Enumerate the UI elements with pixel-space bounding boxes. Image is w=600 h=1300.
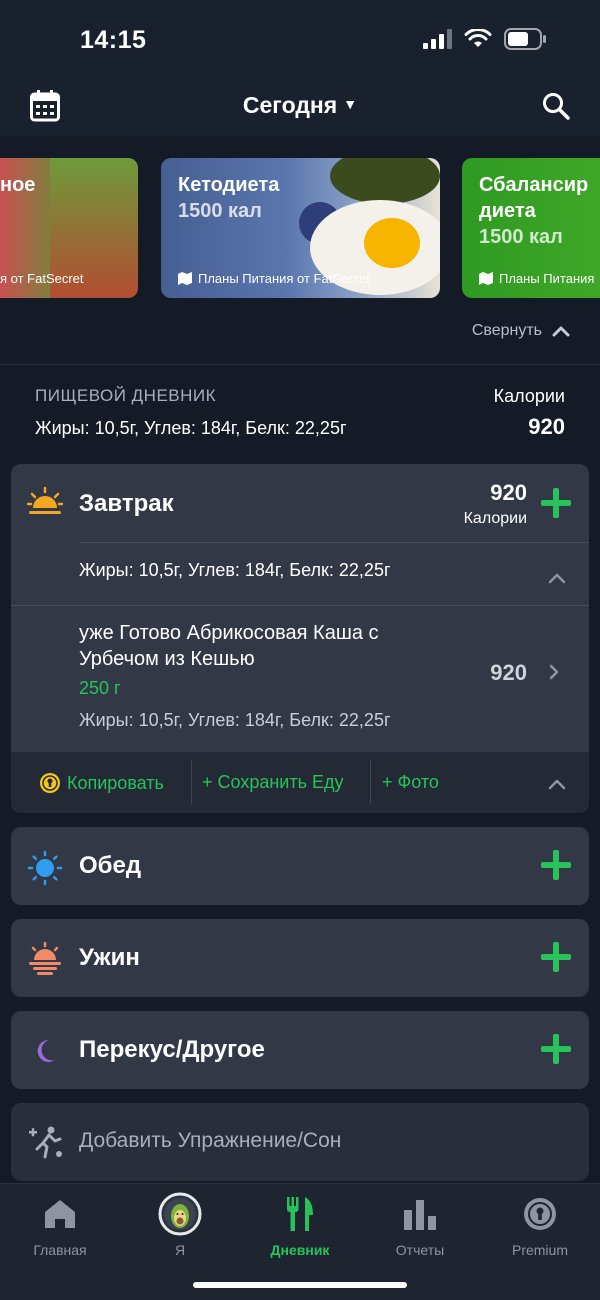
diary-macros: Жиры: 10,5г, Углев: 184г, Белк: 22,25г <box>35 418 347 438</box>
breakfast-calories: 920 <box>490 480 527 505</box>
collapse-button[interactable]: Свернуть <box>472 322 570 340</box>
egg-yolk-image <box>364 218 420 268</box>
chevron-right-icon <box>549 664 559 680</box>
banner-title: Кетодиета 1500 кал <box>178 172 279 224</box>
nav-reports[interactable]: Отчеты <box>360 1192 480 1258</box>
home-indicator <box>193 1282 407 1288</box>
banner-footer: Планы Питания от FatSecret <box>178 271 370 286</box>
banner-title: ное <box>0 174 36 196</box>
banner-footer-label: я от FatSecret <box>0 271 84 286</box>
keto-diet-banner[interactable]: Кетодиета 1500 кал Планы Питания от FatS… <box>161 158 440 298</box>
copy-label: Копировать <box>67 772 164 793</box>
food-macros: Жиры: 10,5г, Углев: 184г, Белк: 22,25г <box>79 710 391 730</box>
diary-screen: 14:15 Сегодня ▼ ное я от FatSecret Кетод… <box>0 0 600 1300</box>
chevron-up-icon[interactable] <box>548 778 566 790</box>
top-bar: Сегодня ▼ <box>0 80 600 136</box>
status-time: 14:15 <box>80 26 147 54</box>
wifi-icon <box>464 29 492 47</box>
snack-card[interactable]: Перекус/Другое <box>11 1011 589 1089</box>
exercise-icon <box>29 1126 62 1159</box>
add-exercise-row[interactable]: Добавить Упражнение/Сон <box>11 1103 589 1181</box>
map-icon <box>178 272 192 285</box>
add-photo-button[interactable]: + Фото <box>382 772 439 793</box>
divider <box>79 542 589 543</box>
add-exercise-label: Добавить Упражнение/Сон <box>79 1129 342 1152</box>
meal-plan-banner[interactable]: ное я от FatSecret <box>0 158 138 298</box>
dinner-card[interactable]: Ужин <box>11 919 589 997</box>
breakfast-actions: Копировать + Сохранить Еду + Фото <box>11 752 589 813</box>
diary-calories-value: 920 <box>528 414 565 439</box>
sunset-icon <box>29 942 61 975</box>
banner-footer: Планы Питания <box>479 271 594 286</box>
add-dinner-plus-icon[interactable] <box>541 942 571 972</box>
breakfast-macros: Жиры: 10,5г, Углев: 184г, Белк: 22,25г <box>79 560 391 580</box>
chevron-up-icon <box>552 326 570 337</box>
avocado-image <box>330 158 440 204</box>
meal-plans-carousel: ное я от FatSecret Кетодиета 1500 кал Пл… <box>0 136 600 364</box>
nav-me[interactable]: Я <box>120 1192 240 1258</box>
banner-footer: я от FatSecret <box>0 271 84 286</box>
banner-footer-label: Планы Питания <box>499 271 595 286</box>
diary-calories-label: Калории <box>493 386 565 406</box>
bar-chart-icon <box>404 1200 436 1230</box>
save-food-label: + Сохранить Еду <box>202 772 344 792</box>
lunch-card[interactable]: Обед <box>11 827 589 905</box>
premium-badge-icon <box>524 1198 556 1230</box>
banner-footer-label: Планы Питания от FatSecret <box>198 271 370 286</box>
dinner-title: Ужин <box>79 944 140 971</box>
status-bar: 14:15 <box>0 0 600 80</box>
action-separator <box>191 760 192 804</box>
home-icon <box>45 1200 75 1228</box>
nav-home[interactable]: Главная <box>0 1192 120 1258</box>
banner-subtitle: 1500 кал <box>178 200 262 222</box>
banner-title-text: Сбалансир <box>479 174 589 196</box>
save-food-button[interactable]: + Сохранить Еду <box>202 772 343 793</box>
battery-icon <box>504 28 546 50</box>
add-breakfast-plus-icon[interactable] <box>541 488 571 518</box>
sunrise-icon <box>27 486 63 514</box>
banner-title: Сбалансир диета 1500 кал <box>479 172 588 250</box>
breakfast-title: Завтрак <box>79 490 174 517</box>
balanced-diet-banner[interactable]: Сбалансир диета 1500 кал Планы Питания <box>462 158 600 298</box>
banner-subtitle: 1500 кал <box>479 226 563 248</box>
sun-icon <box>27 850 63 886</box>
add-photo-label: + Фото <box>382 772 439 792</box>
diary-label: ПИЩЕВОЙ ДНЕВНИК <box>35 386 217 405</box>
caret-down-icon: ▼ <box>343 96 358 112</box>
add-snack-plus-icon[interactable] <box>541 1034 571 1064</box>
food-amount: 250 г <box>79 678 121 698</box>
nav-diary-label: Дневник <box>270 1242 330 1258</box>
date-selector-label: Сегодня <box>242 92 338 118</box>
food-name: уже Готово Абрикосовая Каша с Урбечом из… <box>79 622 379 670</box>
map-icon <box>479 272 493 285</box>
food-calories: 920 <box>490 660 527 685</box>
breakfast-calories-label: Калории <box>463 510 527 527</box>
nav-premium[interactable]: Premium <box>480 1192 600 1258</box>
banner-title-text-2: диета <box>479 200 536 222</box>
copy-button[interactable]: Копировать <box>39 772 164 794</box>
collapse-label: Свернуть <box>471 322 542 339</box>
section-divider <box>0 364 600 365</box>
lunch-title: Обед <box>79 852 142 879</box>
nav-premium-label: Premium <box>511 1242 568 1258</box>
status-icons <box>423 28 548 50</box>
copy-badge-icon <box>40 773 60 793</box>
breakfast-card: Завтрак 920 Калории Жиры: 10,5г, Углев: … <box>11 464 589 813</box>
snack-title: Перекус/Другое <box>79 1036 265 1063</box>
moon-icon <box>37 1039 55 1062</box>
nav-home-label: Главная <box>33 1242 87 1258</box>
chevron-up-icon[interactable] <box>548 572 566 584</box>
add-lunch-plus-icon[interactable] <box>541 850 571 880</box>
action-separator <box>370 760 371 804</box>
avatar-icon <box>158 1192 202 1236</box>
fork-knife-icon <box>287 1197 313 1231</box>
cellular-signal-icon <box>423 29 452 49</box>
date-selector[interactable]: Сегодня ▼ <box>0 92 600 119</box>
banner-title-text: Кетодиета <box>178 174 280 196</box>
nav-me-label: Я <box>174 1242 186 1258</box>
nav-reports-label: Отчеты <box>395 1242 445 1258</box>
search-icon[interactable] <box>542 92 570 120</box>
divider <box>11 605 589 606</box>
nav-diary[interactable]: Дневник <box>240 1192 360 1258</box>
